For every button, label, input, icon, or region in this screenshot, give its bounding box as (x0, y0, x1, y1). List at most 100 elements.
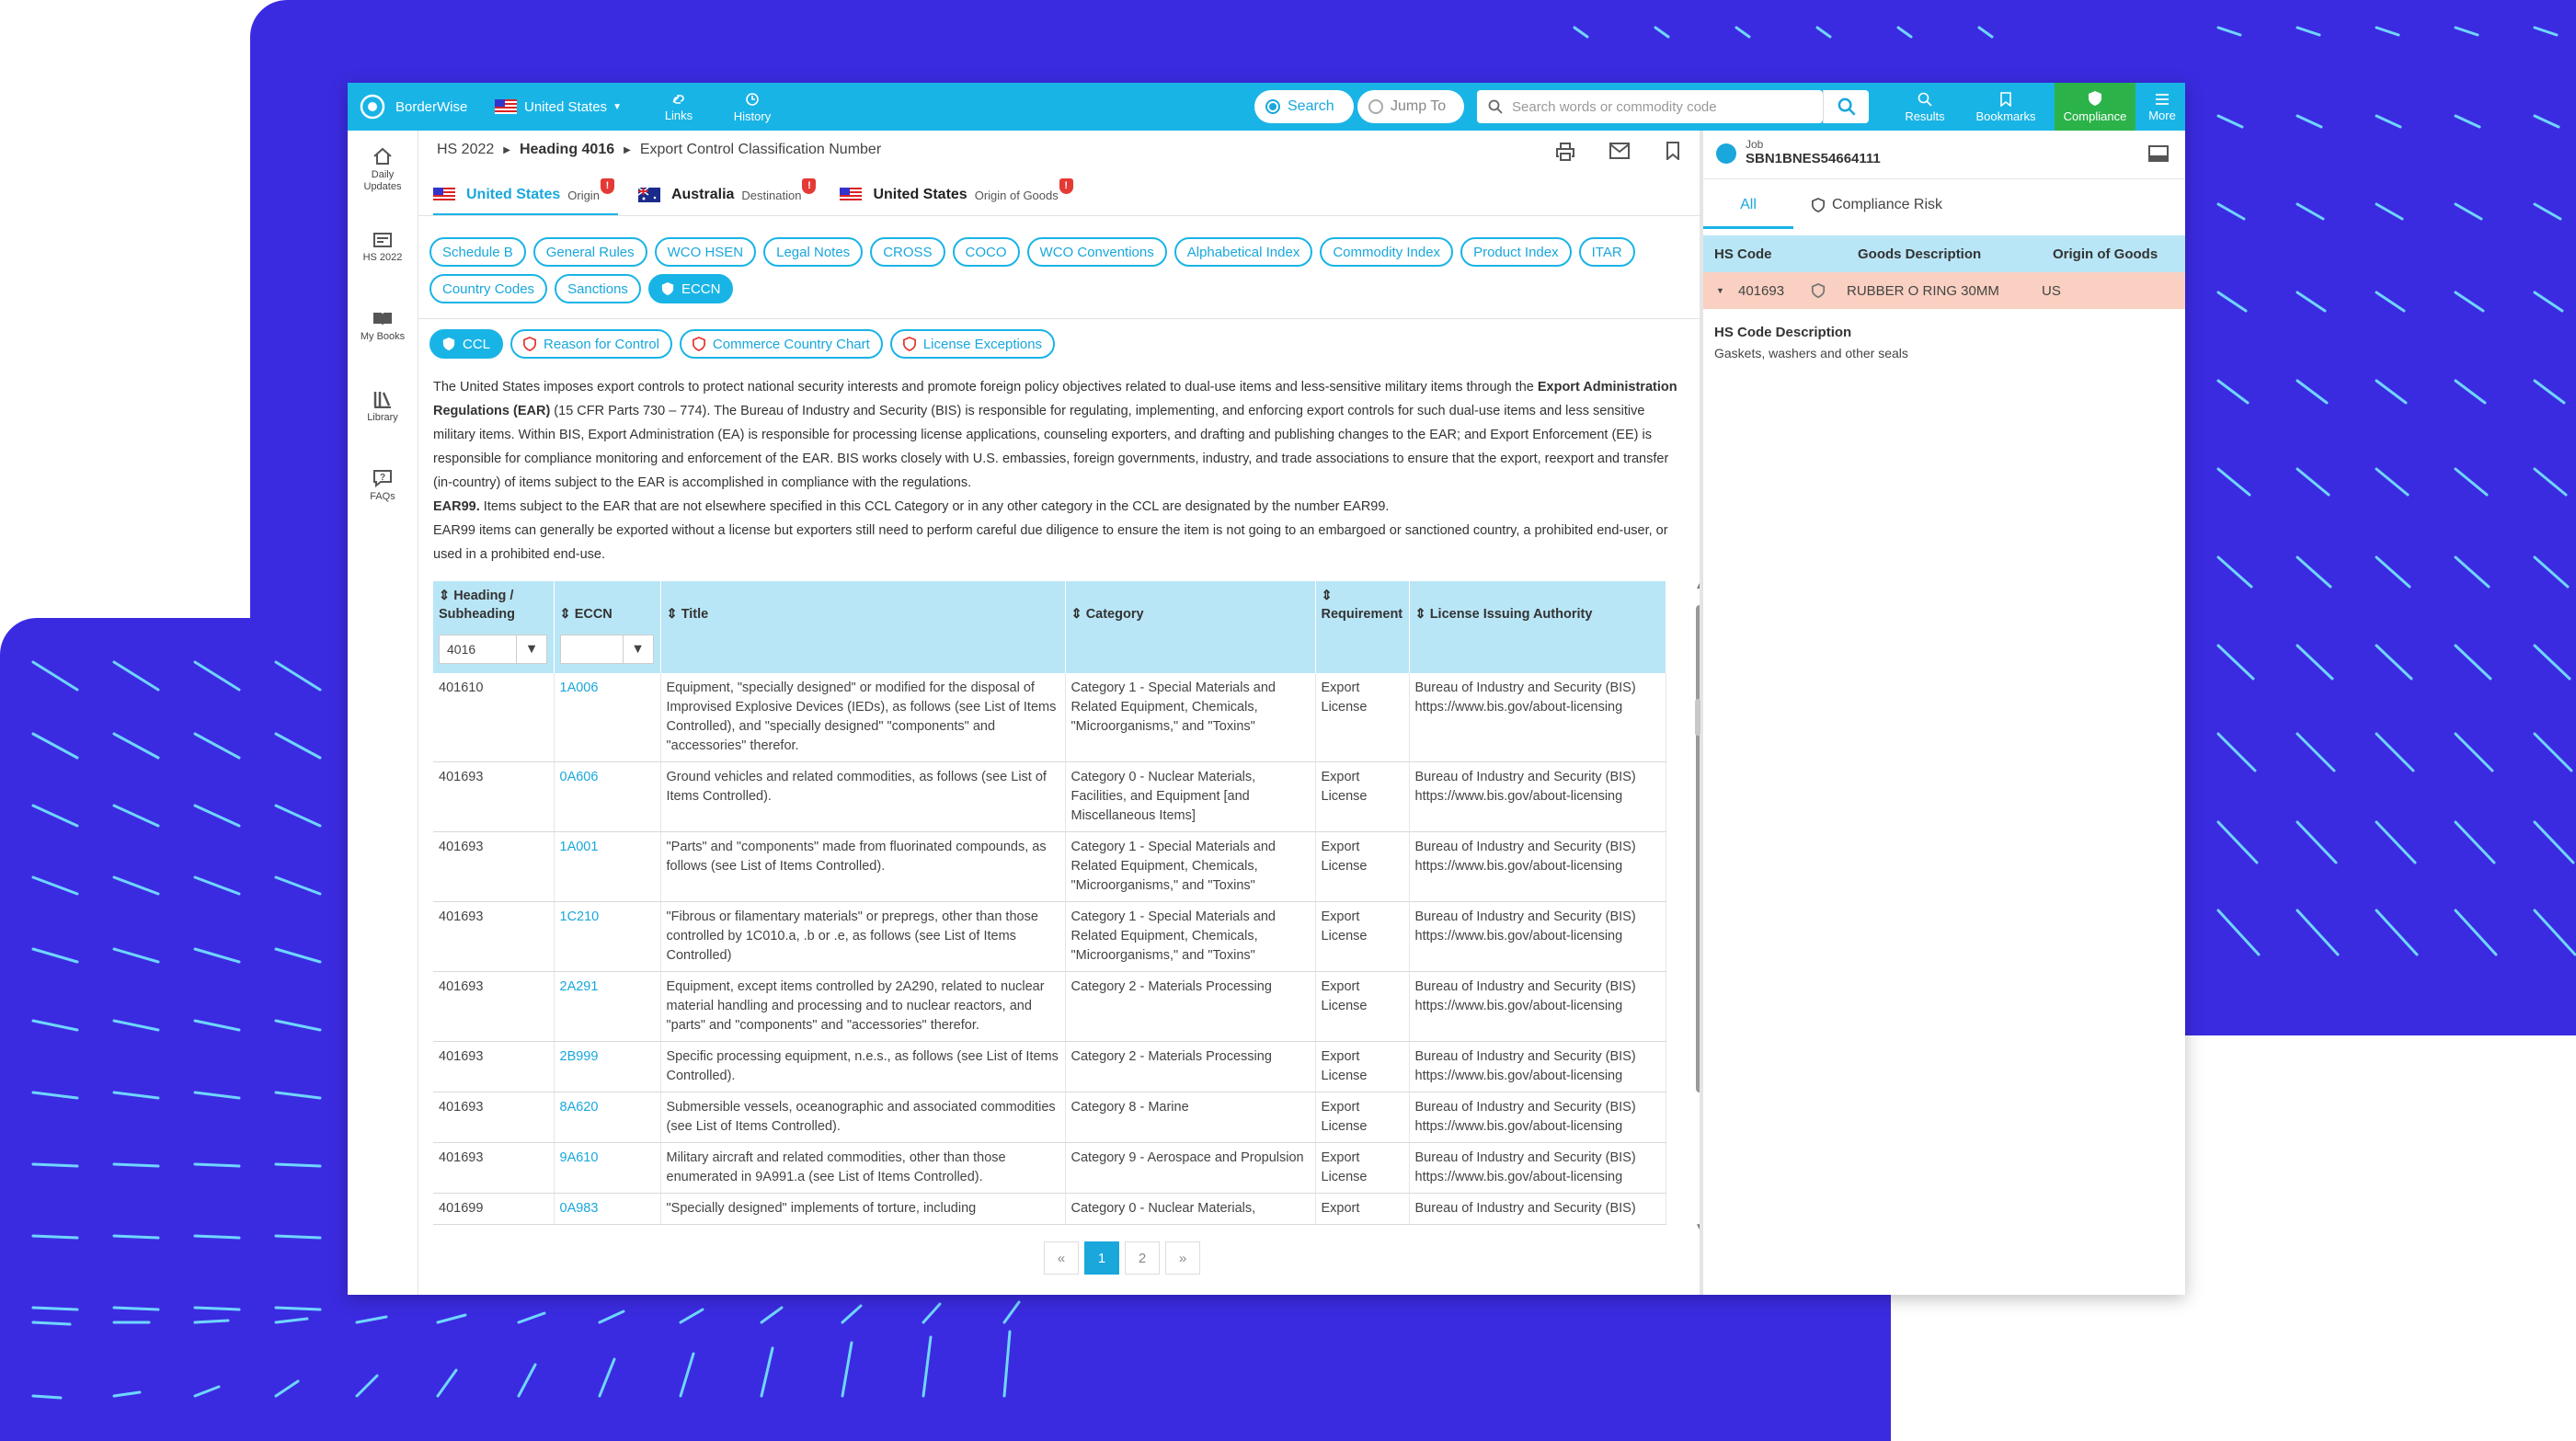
breadcrumb-heading[interactable]: Heading 4016 (520, 142, 614, 158)
country-selector[interactable]: United States ▼ (495, 83, 622, 131)
pill-general-rules[interactable]: General Rules (532, 237, 647, 267)
tab-all[interactable]: All (1703, 184, 1793, 229)
breadcrumb-hs-2022[interactable]: HS 2022 (437, 142, 494, 158)
subtab-reason-for-control[interactable]: Reason for Control (510, 329, 672, 359)
cell-requirement: Export License (1315, 971, 1410, 1042)
col-header-label: ECCN (574, 607, 613, 622)
email-button[interactable] (1609, 143, 1630, 164)
cell-requirement: Export License (1315, 673, 1410, 762)
cell-eccn[interactable]: 8A620 (554, 1092, 661, 1143)
pill-cross[interactable]: CROSS (870, 237, 945, 267)
svg-text:?: ? (380, 473, 385, 483)
cell-eccn[interactable]: 9A610 (554, 1142, 661, 1194)
cell-eccn[interactable]: 2B999 (554, 1041, 661, 1092)
pill-itar[interactable]: ITAR (1578, 237, 1635, 267)
subtab-ccl[interactable]: CCL (429, 329, 504, 359)
table-row[interactable]: 401693 9A610 Military aircraft and related… (433, 1142, 1666, 1194)
tab-origin-of-goods-us[interactable]: United States Origin of Goods ! (840, 177, 1076, 213)
pill-country-codes[interactable]: Country Codes (429, 274, 548, 303)
sidebar-item-daily-updates[interactable]: Daily Updates (348, 147, 418, 193)
job-item-row[interactable]: ▼ 401693 RUBBER O RING 30MM US (1703, 272, 2185, 309)
sidebar-item-library[interactable]: Library (348, 390, 418, 424)
cell-eccn[interactable]: 1C210 (554, 901, 661, 972)
col-header-goods-description[interactable]: Goods Description (1858, 246, 2053, 262)
eccn-filter[interactable]: ▼ (559, 635, 654, 664)
col-header-eccn[interactable]: ⇕ ECCN (554, 581, 661, 629)
bookmarks-button[interactable]: Bookmarks (1964, 86, 2047, 129)
cell-eccn[interactable]: 2A291 (554, 971, 661, 1042)
chevron-down-icon[interactable]: ▼ (1703, 286, 1738, 295)
col-header-hs-code[interactable]: HS Code (1703, 246, 1858, 262)
pill-schedule-b[interactable]: Schedule B (429, 237, 526, 267)
print-icon (1556, 143, 1574, 161)
table-row[interactable]: 401699 0A983 "Specially designed" implemen… (433, 1193, 1666, 1225)
search-mode-radio[interactable]: Search (1254, 90, 1354, 123)
table-row[interactable]: 401693 1C210 "Fibrous or filamentary mater… (433, 901, 1666, 972)
subtab-license-exceptions[interactable]: License Exceptions (889, 329, 1056, 359)
shield-icon (2089, 91, 2101, 106)
pill-legal-notes[interactable]: Legal Notes (763, 237, 864, 267)
filter-icon[interactable]: ▼ (516, 635, 546, 663)
panel-toggle-icon[interactable] (2148, 145, 2169, 162)
col-header-origin[interactable]: Origin of Goods (2053, 246, 2158, 262)
next-page-button[interactable]: » (1165, 1241, 1200, 1275)
cell-eccn[interactable]: 1A001 (554, 831, 661, 902)
search-box[interactable]: Search words or commodity code (1477, 90, 1823, 123)
col-header-title[interactable]: ⇕ Title (660, 581, 1066, 629)
compliance-button[interactable]: Compliance (2055, 83, 2135, 131)
pill-eccn[interactable]: ECCN (647, 274, 734, 303)
col-header-authority[interactable]: ⇕ License Issuing Authority (1409, 581, 1666, 629)
cell-eccn[interactable]: 0A606 (554, 761, 661, 832)
sort-icon: ⇕ (1321, 589, 1333, 603)
sidebar-item-faqs[interactable]: ? FAQs (348, 469, 418, 503)
pill-wco-hsen[interactable]: WCO HSEN (654, 237, 757, 267)
filter-cell: 4016 ▼ (433, 629, 555, 673)
sidebar-item-hs-2022[interactable]: HS 2022 (348, 232, 418, 264)
table-row[interactable]: 401693 8A620 Submersible vessels, oceanogr… (433, 1092, 1666, 1143)
tab-compliance-risk[interactable]: Compliance Risk (1812, 184, 1942, 226)
search-input[interactable]: Search words or commodity code (1512, 99, 1717, 115)
pill-sanctions[interactable]: Sanctions (555, 274, 641, 303)
table-row[interactable]: 401693 0A606 Ground vehicles and related c… (433, 761, 1666, 832)
pill-product-index[interactable]: Product Index (1460, 237, 1572, 267)
heading-filter-input[interactable]: 4016 (440, 642, 516, 657)
history-menu[interactable]: History (720, 86, 784, 129)
page-2-button[interactable]: 2 (1125, 1241, 1160, 1275)
hs-description-title: HS Code Description (1714, 325, 1852, 340)
prev-page-button[interactable]: « (1044, 1241, 1079, 1275)
sidebar-item-my-books[interactable]: My Books (348, 311, 418, 343)
jump-to-radio[interactable]: Jump To (1357, 90, 1464, 123)
col-header-category[interactable]: ⇕ Category (1065, 581, 1316, 629)
pill-wco-conventions[interactable]: WCO Conventions (1026, 237, 1167, 267)
pill-coco[interactable]: COCO (952, 237, 1020, 267)
bookmarks-label: Bookmarks (1975, 109, 2036, 123)
table-row[interactable]: 401693 1A001 "Parts" and "components" made… (433, 831, 1666, 902)
col-header-requirement[interactable]: ⇕ Requirement (1315, 581, 1410, 629)
cell-eccn[interactable]: 0A983 (554, 1193, 661, 1225)
subtab-commerce-country-chart[interactable]: Commerce Country Chart (679, 329, 883, 359)
col-header-heading[interactable]: ⇕ Heading / Subheading (433, 581, 555, 629)
tab-origin-us[interactable]: United States Origin ! (433, 177, 618, 216)
table-row[interactable]: 401693 2A291 Equipment, except items contr… (433, 971, 1666, 1042)
results-button[interactable]: Results (1893, 86, 1957, 129)
more-menu[interactable]: More (2141, 86, 2183, 129)
tab-destination-au[interactable]: Australia Destination ! (637, 177, 820, 213)
cell-authority: Bureau of Industry and Security (BIS) ht… (1409, 831, 1666, 902)
heading-filter[interactable]: 4016 ▼ (439, 635, 547, 664)
col-header-label: Requirement (1321, 607, 1403, 622)
print-button[interactable] (1555, 142, 1575, 166)
pill-alphabetical-index[interactable]: Alphabetical Index (1174, 237, 1313, 267)
search-button[interactable] (1823, 90, 1869, 123)
table-row[interactable]: 401610 1A006 Equipment, "specially designe… (433, 673, 1666, 762)
filter-icon[interactable]: ▼ (622, 635, 653, 663)
bookmark-button[interactable] (1666, 142, 1680, 165)
top-bar: BorderWise United States ▼ Links History… (348, 83, 2185, 131)
pill-commodity-index[interactable]: Commodity Index (1320, 237, 1454, 267)
shield-icon (661, 282, 674, 295)
brand-logo[interactable]: BorderWise (359, 83, 467, 131)
table-row[interactable]: 401693 2B999 Specific processing equipment… (433, 1041, 1666, 1092)
cell-eccn[interactable]: 1A006 (554, 673, 661, 762)
links-menu[interactable]: Links (651, 86, 706, 129)
panel-resize-handle[interactable] (1695, 699, 1700, 736)
page-1-button[interactable]: 1 (1084, 1241, 1119, 1275)
